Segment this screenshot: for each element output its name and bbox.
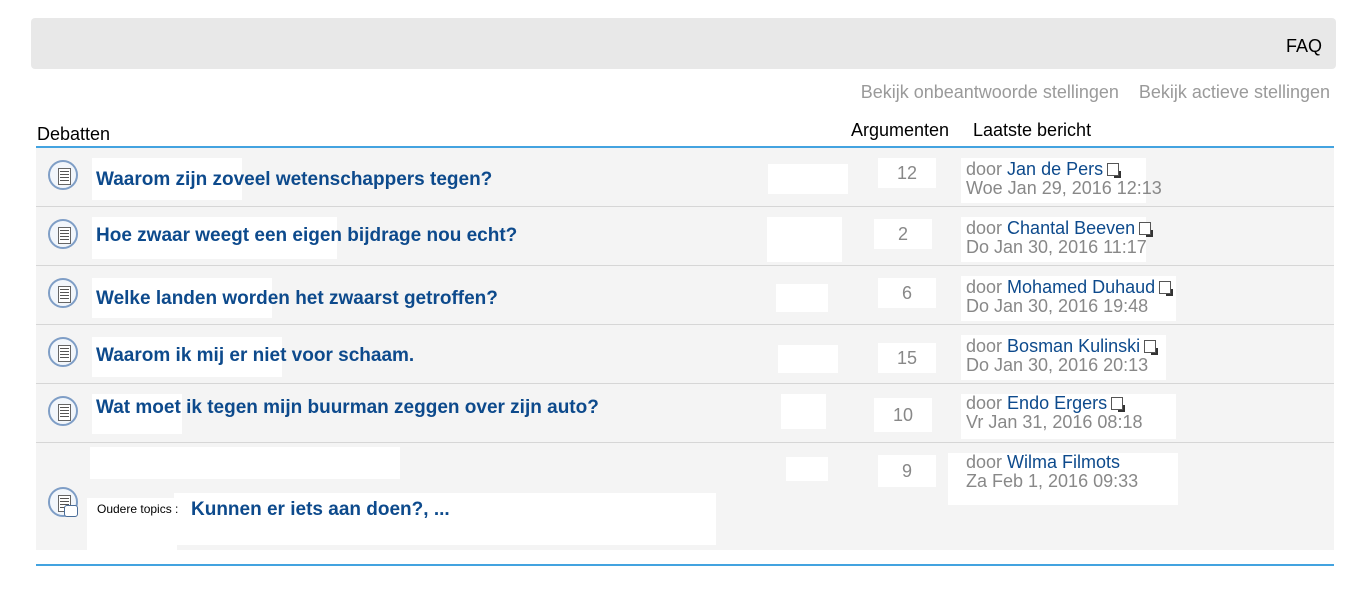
- row-background-block: [768, 164, 848, 194]
- topics-column-header: Debatten: [37, 124, 111, 144]
- topic-read-icon: [48, 337, 78, 367]
- reply-count: 6: [878, 278, 936, 308]
- last-post-author-link[interactable]: Wilma Filmots: [1007, 452, 1120, 472]
- last-post-date: Za Feb 1, 2016 09:33: [966, 471, 1139, 491]
- view-latest-post-icon[interactable]: [1107, 163, 1122, 178]
- last-post-info: door Mohamed Duhaud Do Jan 30, 2016 19:4…: [966, 277, 1174, 316]
- last-post-author-link[interactable]: Mohamed Duhaud: [1007, 277, 1155, 297]
- table-bottom-divider: [36, 564, 1334, 566]
- topic-row: Welke landen worden het zwaarst getroffe…: [36, 266, 1334, 325]
- last-post-info: door Bosman Kulinski Do Jan 30, 2016 20:…: [966, 336, 1159, 375]
- last-post-by-label: door: [966, 336, 1003, 356]
- topic-row: Waarom zijn zoveel wetenschappers tegen?…: [36, 148, 1334, 207]
- last-post-by-label: door: [966, 159, 1003, 179]
- view-latest-post-icon[interactable]: [1144, 340, 1159, 355]
- last-post-author-link[interactable]: Endo Ergers: [1007, 393, 1107, 413]
- quick-links: Bekijk onbeantwoorde stellingen Bekijk a…: [846, 82, 1330, 103]
- last-post-date: Do Jan 30, 2016 11:17: [966, 237, 1147, 257]
- last-post-date: Do Jan 30, 2016 19:48: [966, 296, 1149, 316]
- last-post-by-label: door: [966, 393, 1003, 413]
- last-post-by-label: door: [966, 452, 1003, 472]
- topic-title-link[interactable]: Welke landen worden het zwaarst getroffe…: [96, 288, 498, 310]
- unanswered-topics-link[interactable]: Bekijk onbeantwoorde stellingen: [861, 82, 1119, 102]
- reply-count: 15: [878, 343, 936, 373]
- last-post-by-label: door: [966, 277, 1003, 297]
- topic-title-link[interactable]: Wat moet ik tegen mijn buurman zeggen ov…: [96, 397, 599, 419]
- row-background-block: [776, 284, 828, 312]
- older-topics-label: Oudere topics :: [97, 502, 179, 516]
- row-background-block: [90, 447, 400, 479]
- last-post-info: door Endo Ergers Vr Jan 31, 2016 08:18: [966, 394, 1142, 432]
- last-post-info: door Wilma Filmots Za Feb 1, 2016 09:33: [966, 453, 1138, 491]
- view-latest-post-icon[interactable]: [1111, 397, 1126, 412]
- last-post-author-link[interactable]: Jan de Pers: [1007, 159, 1103, 179]
- topic-title-link[interactable]: Hoe zwaar weegt een eigen bijdrage nou e…: [96, 225, 517, 247]
- row-background-block: [786, 457, 828, 481]
- topic-read-icon: [48, 278, 78, 308]
- reply-count: 12: [878, 158, 936, 188]
- faq-link[interactable]: FAQ: [1286, 36, 1322, 57]
- topic-list: Waarom zijn zoveel wetenschappers tegen?…: [36, 148, 1334, 550]
- reply-count: 2: [874, 219, 932, 249]
- topic-row: Waarom ik mij er niet voor schaam. 15 do…: [36, 325, 1334, 384]
- row-background-block: [767, 217, 842, 262]
- reply-count: 10: [874, 398, 932, 432]
- last-post-date: Vr Jan 31, 2016 08:18: [966, 412, 1143, 432]
- top-navbar: FAQ: [31, 18, 1336, 69]
- view-latest-post-icon[interactable]: [1159, 281, 1174, 296]
- topic-read-icon: [48, 219, 78, 249]
- last-post-author-link[interactable]: Chantal Beeven: [1007, 218, 1135, 238]
- topic-read-icon: [48, 160, 78, 190]
- row-background-block: [781, 394, 826, 429]
- view-latest-post-icon[interactable]: [1139, 222, 1154, 237]
- topic-title-link[interactable]: Waarom ik mij er niet voor schaam.: [96, 345, 414, 367]
- last-post-date: Do Jan 30, 2016 20:13: [966, 355, 1149, 375]
- topic-row: Hoe zwaar weegt een eigen bijdrage nou e…: [36, 207, 1334, 266]
- last-post-info: door Jan de Pers Woe Jan 29, 2016 12:13: [966, 160, 1162, 198]
- last-post-info: door Chantal Beeven Do Jan 30, 2016 11:1…: [966, 218, 1154, 257]
- topic-read-multipage-icon: [48, 487, 78, 517]
- last-post-date: Woe Jan 29, 2016 12:13: [966, 178, 1162, 198]
- topic-read-icon: [48, 396, 78, 426]
- last-post-by-label: door: [966, 218, 1003, 238]
- replies-column-header: Argumenten: [851, 120, 950, 140]
- topic-row: Oudere topics : Kunnen er iets aan doen?…: [36, 443, 1334, 550]
- last-post-author-link[interactable]: Bosman Kulinski: [1007, 336, 1140, 356]
- topic-row: Wat moet ik tegen mijn buurman zeggen ov…: [36, 384, 1334, 443]
- row-background-block: [778, 345, 838, 373]
- active-topics-link[interactable]: Bekijk actieve stellingen: [1139, 82, 1330, 102]
- topic-title-link[interactable]: Kunnen er iets aan doen?, ...: [191, 499, 450, 521]
- last-post-column-header: Laatste bericht: [973, 120, 1092, 140]
- reply-count: 9: [878, 455, 936, 487]
- topic-title-link[interactable]: Waarom zijn zoveel wetenschappers tegen?: [96, 169, 492, 191]
